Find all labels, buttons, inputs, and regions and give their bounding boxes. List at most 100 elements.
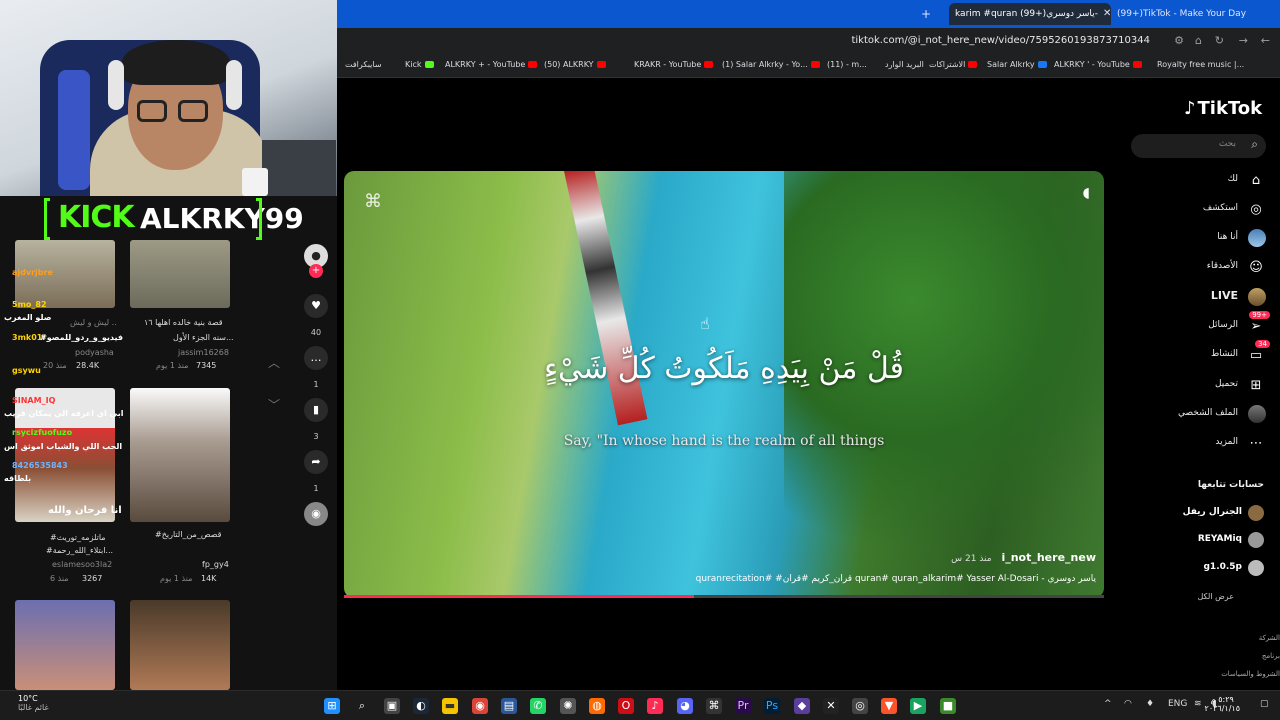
task-view-icon[interactable]: ▣ bbox=[384, 698, 400, 714]
tray-chevron-icon[interactable]: ^ bbox=[1104, 699, 1112, 709]
tiktok-logo[interactable]: ♪ TikTok bbox=[1184, 98, 1262, 119]
chevron-up-icon[interactable]: ︿ bbox=[264, 354, 284, 374]
nav-me[interactable]: أنا هنا bbox=[1130, 227, 1268, 251]
back-icon[interactable]: ← bbox=[1261, 34, 1270, 47]
bookmark[interactable]: سايبكرافت bbox=[345, 60, 382, 69]
following-account[interactable]: g1.0.5p bbox=[1130, 558, 1268, 580]
kick-channel-banner: KICK ALKRKY99 bbox=[44, 196, 304, 242]
weather-widget[interactable]: 10°C غائم غالبًا bbox=[18, 694, 49, 712]
video-caption[interactable]: #قصص_من_التاريخ bbox=[155, 530, 221, 539]
bookmark-icon[interactable]: ▮ bbox=[304, 398, 328, 422]
following-account[interactable]: الجنرال ريفل bbox=[1130, 503, 1268, 525]
chatgpt-icon[interactable]: ✺ bbox=[560, 698, 576, 714]
language-indicator[interactable]: ENG bbox=[1168, 699, 1187, 709]
heart-icon[interactable]: ♥ bbox=[304, 294, 328, 318]
comment-icon[interactable]: … bbox=[304, 346, 328, 370]
app-icon[interactable]: ▶ bbox=[910, 698, 926, 714]
search-icon[interactable]: ⌕ bbox=[354, 698, 370, 714]
music-disc-icon[interactable]: ◉ bbox=[304, 502, 328, 526]
nav-explore[interactable]: استكشف ◎ bbox=[1130, 198, 1268, 222]
game-icon[interactable]: ◆ bbox=[794, 698, 810, 714]
video-author[interactable]: podyasha bbox=[75, 348, 114, 357]
bookmark[interactable]: (50) ALKRKY bbox=[544, 60, 606, 69]
network-icon[interactable]: ◠ bbox=[1124, 699, 1132, 709]
bookmark[interactable]: (11) - m... bbox=[827, 60, 867, 69]
firefox-icon[interactable]: ◍ bbox=[589, 698, 605, 714]
nav-activity[interactable]: النشاط ▭ 34 bbox=[1130, 340, 1270, 368]
tab-quran-video[interactable]: karim #quran (99+)ياسر دوسري- bbox=[949, 3, 1111, 25]
bookmark[interactable]: Kick bbox=[405, 60, 434, 69]
bookmark[interactable]: ALKRKY ' - YouTube bbox=[1054, 60, 1142, 69]
obs-icon[interactable]: ◎ bbox=[852, 698, 868, 714]
video-progress-bar[interactable] bbox=[344, 595, 1104, 598]
see-all-link[interactable]: عرض الكل bbox=[1197, 592, 1234, 601]
address-bar[interactable]: tiktok.com/@i_not_here_new/video/7595260… bbox=[337, 28, 1280, 56]
search-icon[interactable]: ⌕ bbox=[1251, 137, 1258, 152]
video-caption[interactable]: #ماتلزمه_توريث bbox=[50, 533, 106, 542]
nav-live[interactable]: LIVE bbox=[1130, 286, 1268, 310]
notification-icon[interactable]: ▢ bbox=[1260, 699, 1269, 709]
forward-icon[interactable]: → bbox=[1239, 34, 1248, 47]
bookmark[interactable]: Royalty free music |... bbox=[1157, 60, 1244, 69]
footer-link[interactable]: برنامج bbox=[1262, 652, 1280, 660]
mic-icon[interactable]: ♦ bbox=[1146, 699, 1154, 709]
search-input[interactable]: بحث ⌕ bbox=[1131, 134, 1266, 158]
windows-start-icon[interactable]: ⊞ bbox=[324, 698, 340, 714]
video-author[interactable]: jassim16268 bbox=[178, 348, 229, 357]
video-thumbnail[interactable] bbox=[130, 388, 230, 522]
nav-friends[interactable]: الأصدقاء ☺ bbox=[1130, 256, 1268, 280]
nav-more[interactable]: المزيد ⋯ bbox=[1130, 432, 1268, 456]
bookmark[interactable]: البريد الوارد bbox=[885, 60, 924, 69]
video-caption[interactable]: سنه الجزء الأول... bbox=[173, 333, 234, 342]
capcut-icon[interactable]: ✕ bbox=[823, 698, 839, 714]
video-author[interactable]: eslamesoo3la2 bbox=[52, 560, 112, 569]
bookmark[interactable]: KRAKR - YouTube bbox=[634, 60, 714, 69]
video-caption[interactable]: #ابتلاء_الله_رحمة... bbox=[46, 546, 113, 555]
following-account[interactable]: REYAMiq bbox=[1130, 530, 1268, 552]
video-thumbnail[interactable] bbox=[130, 600, 230, 690]
video-thumbnail[interactable] bbox=[15, 600, 115, 690]
new-tab-plus-icon[interactable]: + bbox=[921, 3, 931, 25]
bookmark[interactable]: الاشتراكات bbox=[929, 60, 978, 69]
nav-for-you[interactable]: لك ⌂ bbox=[1130, 169, 1268, 193]
video-caption[interactable]: قصة بنية خالده اهلها ١٦ bbox=[144, 318, 223, 327]
bookmark[interactable]: ALKRKY + - YouTube bbox=[445, 60, 538, 69]
nav-profile[interactable]: الملف الشخصي bbox=[1130, 403, 1268, 427]
author-name[interactable]: i_not_here_new bbox=[1001, 551, 1096, 564]
photoshop-icon[interactable]: Ps bbox=[764, 698, 780, 714]
footer-link[interactable]: الشركة bbox=[1259, 634, 1280, 642]
app-icon[interactable]: ⌘ bbox=[706, 698, 722, 714]
opera-icon[interactable]: O bbox=[618, 698, 634, 714]
nav-label: أنا هنا bbox=[1217, 232, 1238, 242]
system-clock[interactable]: ٥:٢٩ م ٢٠٢٦/١/١٥ bbox=[1205, 695, 1240, 713]
nav-upload[interactable]: تحميل ⊞ bbox=[1130, 374, 1268, 398]
video-thumbnail[interactable] bbox=[130, 240, 230, 308]
discord-icon[interactable]: ◕ bbox=[677, 698, 693, 714]
nav-messages[interactable]: الرسائل ➢ 99+ bbox=[1130, 311, 1270, 339]
site-settings-icon[interactable]: ⚙ bbox=[1174, 34, 1184, 47]
chrome-icon[interactable]: ◉ bbox=[472, 698, 488, 714]
reload-icon[interactable]: ↻ bbox=[1215, 34, 1224, 47]
video-author[interactable]: fp_gy4 bbox=[202, 560, 229, 569]
steam-icon[interactable]: ◐ bbox=[413, 698, 429, 714]
bookmark[interactable]: Salar Alkrky bbox=[987, 60, 1047, 69]
bookmark[interactable]: (1) Salar Alkrky - Yo... bbox=[722, 60, 820, 69]
volume-icon[interactable]: ◖ bbox=[1083, 185, 1090, 201]
minecraft-icon[interactable]: ■ bbox=[940, 698, 956, 714]
follow-plus-icon[interactable]: + bbox=[309, 264, 323, 278]
footer-link[interactable]: الشروط والسياسات bbox=[1221, 670, 1280, 678]
close-tab-icon[interactable]: ✕ bbox=[1103, 3, 1111, 25]
tiktok-icon[interactable]: ♪ bbox=[647, 698, 663, 714]
chevron-down-icon[interactable]: ﹀ bbox=[264, 396, 284, 416]
notepad-icon[interactable]: ▤ bbox=[501, 698, 517, 714]
tab-tiktok-home[interactable]: (99+)TikTok - Make Your Day bbox=[1117, 3, 1257, 25]
file-explorer-icon[interactable]: ▬ bbox=[442, 698, 458, 714]
wifi-icon[interactable]: ≋ bbox=[1194, 699, 1202, 709]
premiere-icon[interactable]: Pr bbox=[735, 698, 751, 714]
brave-icon[interactable]: ▼ bbox=[881, 698, 897, 714]
home-icon[interactable]: ⌂ bbox=[1195, 34, 1202, 47]
video-caption[interactable]: ليش و ليش .. bbox=[70, 318, 117, 327]
whatsapp-icon[interactable]: ✆ bbox=[530, 698, 546, 714]
video-player[interactable]: ⌘ ◖ قُلْ مَنْ بِيَدِهِ مَلَكُوتُ كُلِّ ش… bbox=[344, 171, 1104, 598]
share-icon[interactable]: ➦ bbox=[304, 450, 328, 474]
